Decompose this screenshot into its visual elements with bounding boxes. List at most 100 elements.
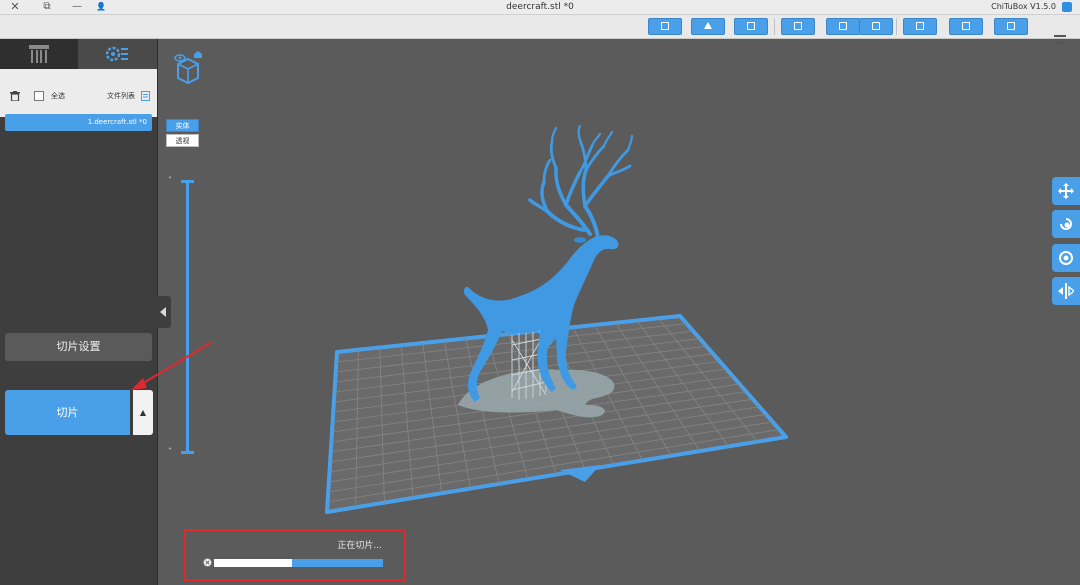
move-tool-button[interactable] xyxy=(1052,177,1080,205)
open-icon xyxy=(661,22,669,30)
plate-grid-line xyxy=(336,323,687,363)
annotation-arrow xyxy=(131,341,213,390)
title-bar: ✕ ⧉ — 👤 deercraft.stl *0 ChiTuBox V1.5.0 xyxy=(0,0,1080,15)
hamburger-icon[interactable] xyxy=(1054,33,1066,47)
layer-slider[interactable] xyxy=(186,181,189,453)
file-toolbox: 全选 文件列表 xyxy=(0,69,157,117)
select-all-checkbox[interactable] xyxy=(34,91,44,101)
crop-icon xyxy=(1007,22,1015,30)
toolbar-home-button[interactable] xyxy=(691,18,725,35)
chevron-left-icon xyxy=(160,307,166,317)
plate-grid-line xyxy=(593,324,672,456)
slice-options-button[interactable]: ▲ xyxy=(133,390,153,435)
toolbar-grid-button[interactable] xyxy=(903,18,937,35)
panel-tabs xyxy=(0,39,157,69)
gear-icon xyxy=(106,46,128,62)
plate-grid-line xyxy=(443,340,471,489)
toolbar-open-button[interactable] xyxy=(648,18,682,35)
plate-grid-line xyxy=(334,345,707,393)
toolbar-save-button[interactable] xyxy=(949,18,983,35)
layer-slider-bottom-handle[interactable] xyxy=(181,451,194,454)
tab-support[interactable] xyxy=(0,39,78,69)
support-raft xyxy=(458,369,615,418)
toolbar-divider xyxy=(896,18,897,35)
layout-icon xyxy=(747,22,755,30)
toolbar-copy-button[interactable] xyxy=(781,18,815,35)
tab-settings[interactable] xyxy=(78,39,157,69)
home-icon xyxy=(704,22,712,29)
toolbar-divider xyxy=(774,18,775,35)
support-icon xyxy=(29,45,49,63)
view-mode-xray-button[interactable]: 透视 xyxy=(166,134,199,147)
save-icon xyxy=(962,22,970,30)
plate-grid-line xyxy=(422,342,443,494)
plate-grid-line xyxy=(330,391,747,453)
view-mode-solid-button[interactable]: 实体 xyxy=(166,119,199,132)
plate-grid-line xyxy=(465,338,500,484)
plate-grid-line xyxy=(355,349,359,508)
toolbar-crop-button[interactable] xyxy=(994,18,1028,35)
slice-button[interactable]: 切片 xyxy=(5,390,130,435)
support-structure xyxy=(511,320,547,400)
plate-grid-line xyxy=(529,331,586,470)
select-all-label: 全选 xyxy=(51,92,65,100)
rotate-tool-button[interactable] xyxy=(1052,210,1080,238)
slicing-progress-panel: 正在切片... xyxy=(184,529,406,581)
slice-settings-button[interactable]: 切片设置 xyxy=(5,333,152,361)
mirror-tool-button[interactable] xyxy=(1052,277,1080,305)
plate-grid-line xyxy=(329,406,760,473)
toolbar-layout-button[interactable] xyxy=(734,18,768,35)
user-icon[interactable]: 👤 xyxy=(94,0,108,14)
plate-grid-line xyxy=(335,330,694,373)
slider-bottom-arrow[interactable]: ˄ xyxy=(164,447,176,457)
plate-grid-line xyxy=(331,376,734,433)
app-name: ChiTuBox V1.5.0 xyxy=(991,2,1056,11)
window-title: deercraft.stl *0 xyxy=(506,2,574,12)
mirror-icon xyxy=(1058,283,1074,299)
progress-bar-fill xyxy=(291,559,383,567)
trash-icon[interactable] xyxy=(10,91,20,101)
copy-icon xyxy=(794,22,802,30)
plate-grid-line xyxy=(331,383,740,443)
toolbar-import-button[interactable] xyxy=(826,18,860,35)
file-name: 1.deercraft.stl *0 xyxy=(87,118,147,126)
build-plate xyxy=(325,314,788,514)
plate-grid-line xyxy=(327,429,780,503)
plate-grid-line xyxy=(658,318,758,442)
plate-grid-line xyxy=(636,320,729,447)
plate-grid-line xyxy=(508,333,557,475)
file-list-label: 文件列表 xyxy=(107,92,135,100)
close-window-button[interactable]: ✕ xyxy=(8,0,22,14)
cancel-slicing-icon[interactable] xyxy=(203,558,212,567)
view-cube-icon[interactable] xyxy=(170,50,206,86)
minimize-window-button[interactable]: — xyxy=(70,0,84,14)
plate-grid-line xyxy=(400,345,414,498)
import-icon xyxy=(839,22,847,30)
app-logo-icon xyxy=(1062,2,1072,12)
left-panel: 全选 文件列表 1.deercraft.stl *0 切片设置 切片 ▲ xyxy=(0,39,158,585)
rotate-icon xyxy=(1060,218,1072,230)
file-list-icon xyxy=(141,91,150,101)
file-list-item[interactable]: 1.deercraft.stl *0 xyxy=(5,114,152,131)
plate-grid-line xyxy=(379,347,385,503)
layer-slider-top-handle[interactable] xyxy=(181,180,194,183)
scale-icon xyxy=(1059,251,1073,265)
deer-model xyxy=(463,124,634,402)
grid-icon xyxy=(916,22,924,30)
progress-bar xyxy=(214,559,383,567)
toolbar-export-button[interactable] xyxy=(859,18,893,35)
plate-grid-line xyxy=(335,338,700,383)
main-toolbar xyxy=(0,15,1080,44)
plate-grid-line xyxy=(330,398,753,463)
restore-window-button[interactable]: ⧉ xyxy=(40,0,54,14)
plate-grid-line xyxy=(551,329,615,466)
progress-label: 正在切片... xyxy=(337,541,382,551)
export-icon xyxy=(872,22,880,30)
scale-tool-button[interactable] xyxy=(1052,244,1080,272)
plate-grid-line xyxy=(615,322,701,452)
viewport-scene xyxy=(325,124,788,514)
collapse-panel-button[interactable] xyxy=(157,296,171,328)
slider-top-arrow[interactable]: ˅ xyxy=(164,176,176,186)
plate-grid-line xyxy=(333,360,720,413)
plate-grid-line xyxy=(328,421,773,493)
